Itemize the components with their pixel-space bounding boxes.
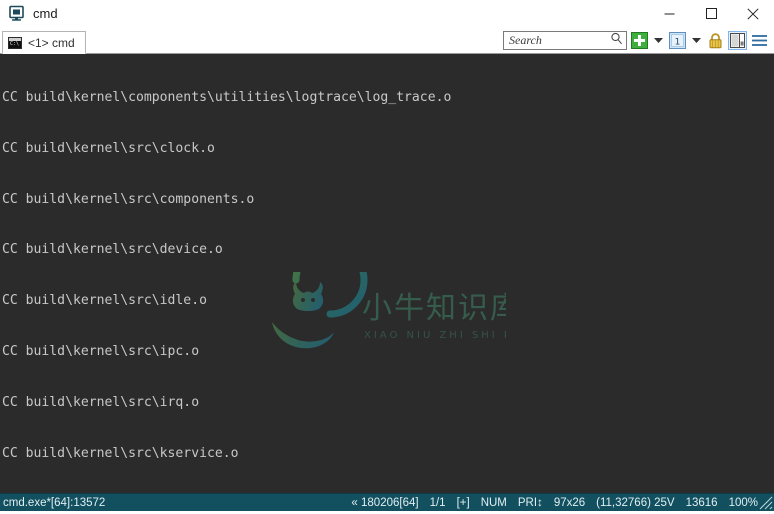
console-output-area[interactable]: 小牛知识库 XIAO NIU ZHI SHI KU CC build\kerne… — [0, 54, 774, 493]
status-process: cmd.exe*[64]:13572 — [3, 496, 106, 509]
status-console-count: 1/1 — [429, 496, 446, 509]
active-console-button[interactable]: 1 — [668, 31, 687, 50]
toolbar: 1 — [503, 31, 774, 53]
status-cursor-pos: (11,32766) 25V — [596, 496, 675, 509]
console-line: CC build\kernel\src\ipc.o — [2, 344, 200, 360]
svg-text:1: 1 — [675, 38, 681, 48]
close-button[interactable] — [732, 0, 774, 27]
title-bar-left: cmd — [0, 5, 58, 22]
search-input[interactable] — [509, 33, 610, 48]
new-console-dropdown[interactable] — [652, 31, 665, 50]
window-controls — [648, 0, 774, 27]
status-plus: [+] — [456, 496, 470, 509]
console-tab-icon — [8, 36, 22, 49]
tab-label: <1> cmd — [28, 35, 75, 50]
console-lines: CC build\kernel\components\utilities\log… — [2, 56, 774, 493]
console-line: CC build\kernel\components\utilities\log… — [2, 89, 452, 105]
lock-icon[interactable] — [706, 31, 725, 50]
split-pane-icon[interactable] — [728, 31, 747, 50]
console-line: CC build\kernel\src\kservice.o — [2, 445, 239, 461]
tab-cmd-1[interactable]: <1> cmd — [2, 31, 86, 54]
conemu-window: cmd <1> cmd — [0, 0, 774, 511]
console-line: CC build\kernel\src\components.o — [2, 191, 255, 207]
status-bar: cmd.exe*[64]:13572 « 180206[64] 1/1 [+] … — [0, 493, 774, 511]
console-line: CC build\kernel\src\clock.o — [2, 140, 215, 156]
status-size: 97x26 — [553, 496, 586, 509]
console-app-icon — [8, 5, 25, 22]
console-line: CC build\kernel\src\irq.o — [2, 394, 200, 410]
status-right-group: « 180206[64] 1/1 [+] NUM PRI↕ 97x26 (11,… — [351, 497, 774, 509]
resize-grip-icon[interactable] — [758, 495, 773, 511]
active-console-dropdown[interactable] — [690, 31, 703, 50]
status-priority: PRI↕ — [517, 496, 543, 509]
search-icon — [610, 32, 623, 50]
status-zoom: 100% — [728, 496, 758, 509]
title-bar: cmd — [0, 0, 774, 27]
status-num-lock: NUM — [480, 496, 507, 509]
tab-bar: <1> cmd — [0, 27, 774, 54]
search-box[interactable] — [503, 31, 627, 50]
hamburger-menu-icon[interactable] — [750, 31, 769, 50]
window-title: cmd — [33, 6, 58, 21]
minimize-button[interactable] — [648, 0, 690, 27]
status-build: « 180206[64] — [351, 496, 419, 509]
status-memory: 13616 — [685, 496, 718, 509]
new-console-button[interactable] — [630, 31, 649, 50]
console-line: CC build\kernel\src\device.o — [2, 242, 223, 258]
maximize-button[interactable] — [690, 0, 732, 27]
console-line: CC build\kernel\src\idle.o — [2, 293, 207, 309]
